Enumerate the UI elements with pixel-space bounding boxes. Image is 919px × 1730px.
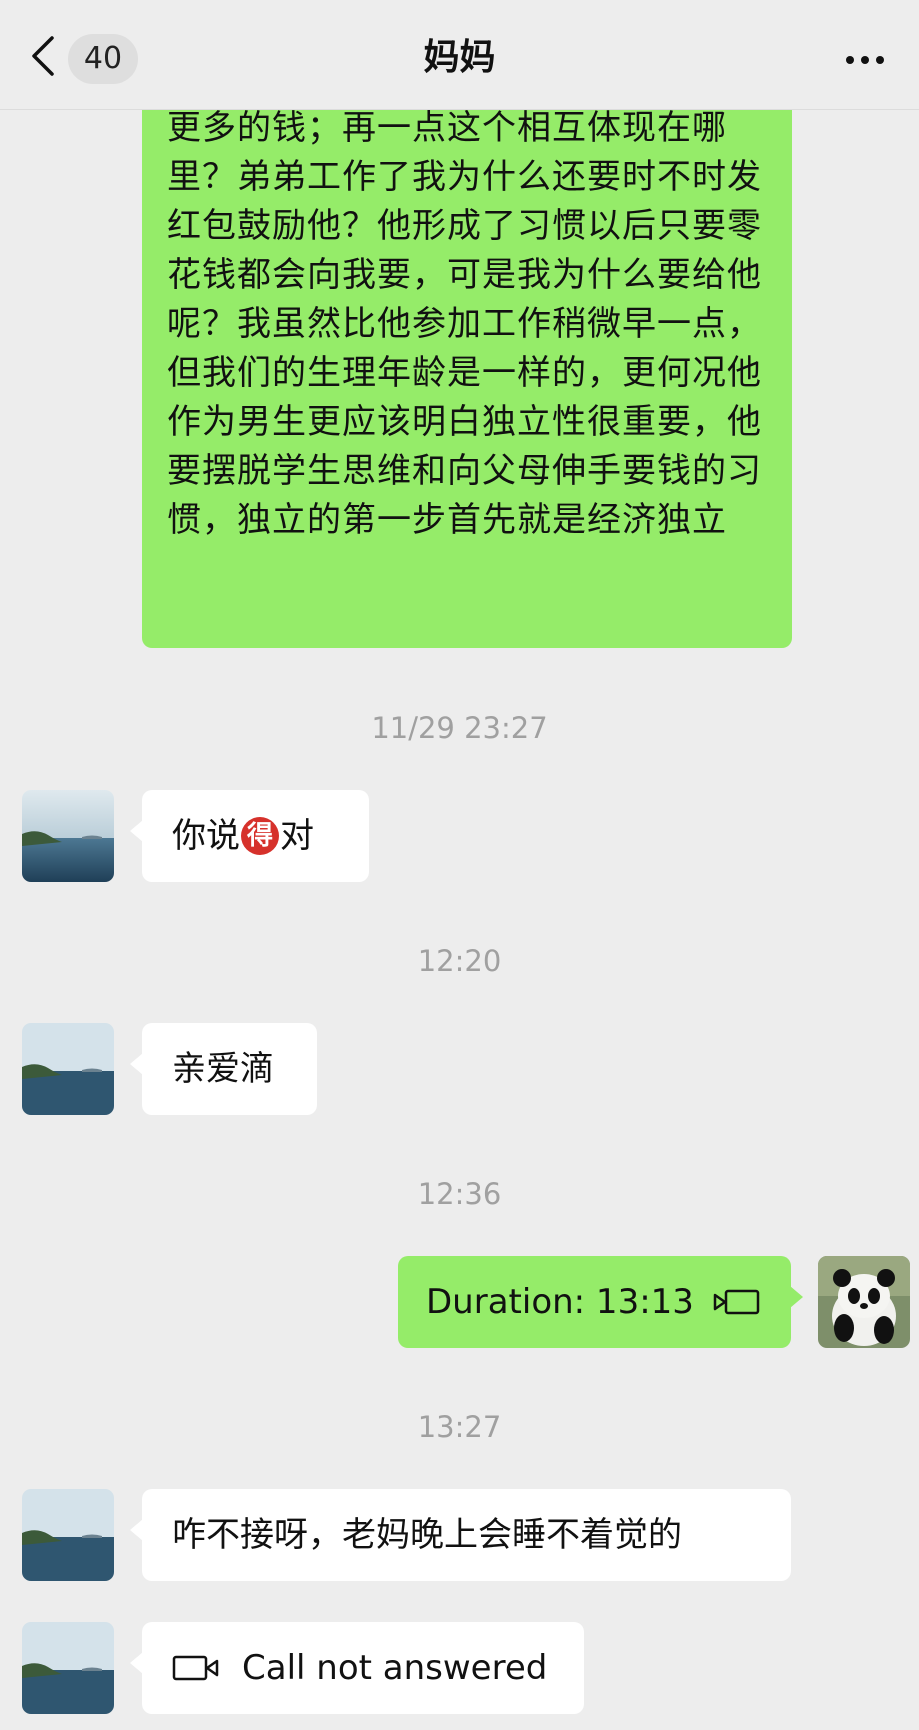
timestamp: 12:20 [417,944,502,978]
more-dots-icon [861,56,869,64]
more-dots-icon [846,56,854,64]
call-duration-text: Duration: 13:13 [426,1281,694,1322]
message-text: 你说 [172,815,240,856]
sent-message-long[interactable]: 更多的钱；再一点这个相互体现在哪里？弟弟工作了我为什么还要时不时发红包鼓励他？他… [142,60,792,648]
more-button[interactable] [835,40,895,80]
more-dots-icon [876,56,884,64]
video-camera-icon [172,1655,219,1681]
received-message[interactable]: 亲爱滴 [130,1023,317,1115]
landscape-avatar-image [22,1622,114,1714]
sent-message-long-text: 更多的钱；再一点这个相互体现在哪里？弟弟工作了我为什么还要时不时发红包鼓励他？他… [167,108,762,540]
received-call-record[interactable]: Call not answered [130,1622,584,1714]
received-message[interactable]: 咋不接呀，老妈晚上会睡不着觉的 [130,1489,791,1581]
panda-avatar-image [818,1256,910,1348]
call-record-content: Call not answered [142,1622,584,1714]
landscape-avatar-image [22,790,114,882]
my-avatar[interactable] [818,1256,910,1348]
landscape-avatar-image [22,1023,114,1115]
timestamp: 12:36 [417,1177,502,1211]
video-camera-icon [713,1289,760,1315]
received-message[interactable]: 你说得对 [130,790,369,882]
de-emoji-icon: 得 [241,817,279,855]
message-text: 亲爱滴 [172,1048,274,1089]
sent-call-record[interactable]: Duration: 13:13 [398,1256,803,1348]
contact-avatar[interactable] [22,1489,114,1581]
call-record-content: Duration: 13:13 [398,1256,791,1348]
chat-area[interactable]: 更多的钱；再一点这个相互体现在哪里？弟弟工作了我为什么还要时不时发红包鼓励他？他… [0,0,919,1730]
contact-avatar[interactable] [22,1622,114,1714]
chat-header: 40 妈妈 [0,0,919,110]
message-text: 对 [280,815,314,856]
timestamp: 11/29 23:27 [371,711,548,745]
landscape-avatar-image [22,1489,114,1581]
timestamp: 13:27 [417,1410,502,1444]
message-text: 咋不接呀，老妈晚上会睡不着觉的 [172,1514,682,1555]
contact-avatar[interactable] [22,1023,114,1115]
contact-avatar[interactable] [22,790,114,882]
call-status-text: Call not answered [242,1647,548,1688]
received-message-content: 你说得对 [142,790,369,882]
chat-title: 妈妈 [423,37,496,78]
